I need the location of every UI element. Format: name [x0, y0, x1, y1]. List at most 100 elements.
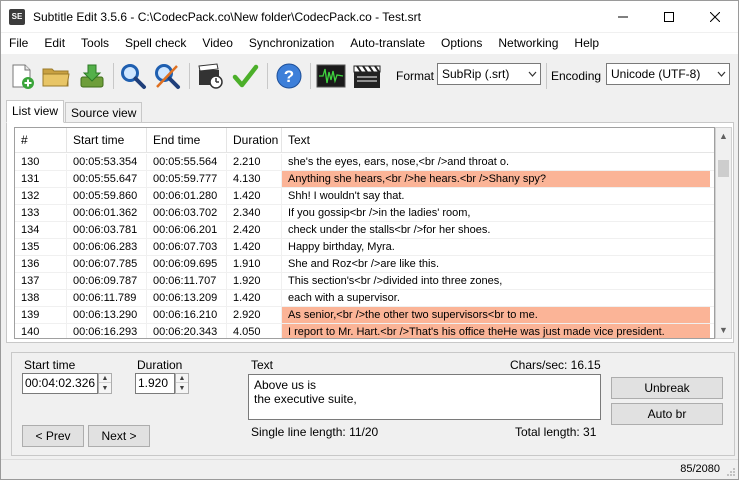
- row-start-time: 00:05:53.354: [73, 156, 138, 168]
- row-end-time: 00:06:16.210: [153, 309, 218, 321]
- row-text: she's the eyes, ears, nose,<br />and thr…: [288, 156, 510, 168]
- subtitle-text-editor[interactable]: Above us is the executive suite,: [248, 374, 601, 420]
- row-text: If you gossip<br />in the ladies' room,: [288, 207, 471, 219]
- chars-per-sec: Chars/sec: 16.15: [510, 358, 601, 372]
- window-title: Subtitle Edit 3.5.6 - C:\CodecPack.co\Ne…: [33, 9, 421, 24]
- menu-networking[interactable]: Networking: [490, 33, 566, 54]
- row-text: Anything she hears,<br />he hears.<br />…: [282, 171, 710, 188]
- menu-options[interactable]: Options: [433, 33, 490, 54]
- row-duration: 1.420: [233, 241, 261, 253]
- scroll-thumb[interactable]: [718, 160, 729, 177]
- table-row[interactable]: 131 00:05:55.647 00:05:59.777 4.130 Anything…: [15, 171, 714, 188]
- column-end-time[interactable]: End time: [147, 128, 227, 153]
- minimize-icon[interactable]: [600, 1, 646, 32]
- chevron-down-icon: [713, 64, 729, 84]
- row-text: This section's<br />divided into three z…: [288, 275, 503, 287]
- row-end-time: 00:06:06.201: [153, 224, 218, 236]
- table-row[interactable]: 138 00:06:11.789 00:06:13.209 1.420 each wit…: [15, 290, 714, 307]
- table-row[interactable]: 133 00:06:01.362 00:06:03.702 2.340 If you g…: [15, 205, 714, 222]
- menu-video[interactable]: Video: [194, 33, 240, 54]
- row-end-time: 00:06:09.695: [153, 258, 218, 270]
- scroll-up-icon[interactable]: ▲: [716, 128, 731, 144]
- menu-file[interactable]: File: [1, 33, 36, 54]
- open-folder-icon[interactable]: [40, 60, 72, 92]
- tab-source-view[interactable]: Source view: [65, 102, 143, 123]
- row-number: 140: [21, 326, 40, 338]
- row-number: 134: [21, 224, 40, 236]
- spin-down-icon[interactable]: ▼: [176, 384, 188, 393]
- spell-check-icon[interactable]: [229, 60, 261, 92]
- row-duration: 2.210: [233, 156, 261, 168]
- column-number[interactable]: #: [15, 128, 67, 153]
- row-start-time: 00:06:11.789: [73, 292, 137, 304]
- table-row[interactable]: 137 00:06:09.787 00:06:11.707 1.920 This sec…: [15, 273, 714, 290]
- row-text: Happy birthday, Myra.: [288, 241, 395, 253]
- replace-magnifier-icon[interactable]: [151, 60, 183, 92]
- table-row[interactable]: 140 00:06:16.293 00:06:20.343 4.050 I report…: [15, 324, 714, 338]
- menu-synchronization[interactable]: Synchronization: [241, 33, 342, 54]
- row-text: each with a supervisor.: [288, 292, 400, 304]
- column-duration[interactable]: Duration: [227, 128, 282, 153]
- resize-grip-icon[interactable]: [726, 467, 736, 477]
- start-time-input[interactable]: 00:04:02.326: [22, 373, 98, 394]
- row-end-time: 00:05:59.777: [153, 173, 218, 185]
- title-bar: SE Subtitle Edit 3.5.6 - C:\CodecPack.co…: [1, 1, 738, 32]
- auto-br-button[interactable]: Auto br: [611, 403, 723, 425]
- encoding-select-value: Unicode (UTF-8): [611, 67, 701, 81]
- row-duration: 1.910: [233, 258, 261, 270]
- close-icon[interactable]: [692, 1, 738, 32]
- waveform-icon[interactable]: [315, 60, 347, 92]
- encoding-select[interactable]: Unicode (UTF-8): [606, 63, 730, 85]
- menu-edit[interactable]: Edit: [36, 33, 73, 54]
- scroll-down-icon[interactable]: ▼: [716, 322, 731, 338]
- find-magnifier-icon[interactable]: [117, 60, 149, 92]
- column-start-time[interactable]: Start time: [67, 128, 147, 153]
- row-duration: 1.420: [233, 190, 261, 202]
- text-label: Text: [251, 358, 274, 372]
- unbreak-button[interactable]: Unbreak: [611, 377, 723, 399]
- format-select[interactable]: SubRip (.srt): [437, 63, 541, 85]
- spin-up-icon[interactable]: ▲: [176, 374, 188, 383]
- menu-help[interactable]: Help: [566, 33, 607, 54]
- duration-input[interactable]: 1.920: [135, 373, 175, 394]
- duration-spinner[interactable]: ▲ ▼: [175, 373, 189, 394]
- video-clapper-icon[interactable]: [351, 60, 383, 92]
- text-line-1: Above us is: [254, 378, 317, 392]
- table-row[interactable]: 132 00:05:59.860 00:06:01.280 1.420 Shh! I w…: [15, 188, 714, 205]
- list-view-panel: # Start time End time Duration Text 130 0…: [6, 122, 734, 343]
- row-start-time: 00:06:07.785: [73, 258, 138, 270]
- menu-tools[interactable]: Tools: [73, 33, 117, 54]
- row-start-time: 00:05:55.647: [73, 173, 138, 185]
- next-button[interactable]: Next >: [88, 425, 150, 447]
- row-number: 131: [21, 173, 40, 185]
- row-start-time: 00:06:03.781: [73, 224, 138, 236]
- spin-down-icon[interactable]: ▼: [99, 384, 111, 393]
- visual-sync-icon[interactable]: [194, 60, 226, 92]
- help-icon[interactable]: ?: [273, 60, 305, 92]
- start-time-spinner[interactable]: ▲ ▼: [98, 373, 112, 394]
- row-text: Shh! I wouldn't say that.: [288, 190, 405, 202]
- table-row[interactable]: 136 00:06:07.785 00:06:09.695 1.910 She and …: [15, 256, 714, 273]
- list-scrollbar[interactable]: ▲ ▼: [715, 127, 732, 339]
- subtitle-list[interactable]: # Start time End time Duration Text 130 0…: [14, 127, 715, 339]
- table-row[interactable]: 130 00:05:53.354 00:05:55.564 2.210 she's th…: [15, 154, 714, 171]
- maximize-icon[interactable]: [646, 1, 692, 32]
- row-duration: 1.920: [233, 275, 261, 287]
- menu-auto-translate[interactable]: Auto-translate: [342, 33, 433, 54]
- row-start-time: 00:06:09.787: [73, 275, 138, 287]
- spin-up-icon[interactable]: ▲: [99, 374, 111, 383]
- new-file-icon[interactable]: [6, 60, 38, 92]
- row-number: 132: [21, 190, 40, 202]
- save-download-icon[interactable]: [76, 60, 108, 92]
- column-text[interactable]: Text: [282, 128, 714, 153]
- start-time-label: Start time: [24, 358, 76, 372]
- table-row[interactable]: 139 00:06:13.290 00:06:16.210 2.920 As senio…: [15, 307, 714, 324]
- menu-spell-check[interactable]: Spell check: [117, 33, 194, 54]
- row-number: 133: [21, 207, 40, 219]
- row-end-time: 00:05:55.564: [153, 156, 218, 168]
- tab-list-view[interactable]: List view: [6, 100, 65, 123]
- table-row[interactable]: 135 00:06:06.283 00:06:07.703 1.420 Happy bi…: [15, 239, 714, 256]
- prev-button[interactable]: < Prev: [22, 425, 84, 447]
- table-row[interactable]: 134 00:06:03.781 00:06:06.201 2.420 check un…: [15, 222, 714, 239]
- row-end-time: 00:06:07.703: [153, 241, 218, 253]
